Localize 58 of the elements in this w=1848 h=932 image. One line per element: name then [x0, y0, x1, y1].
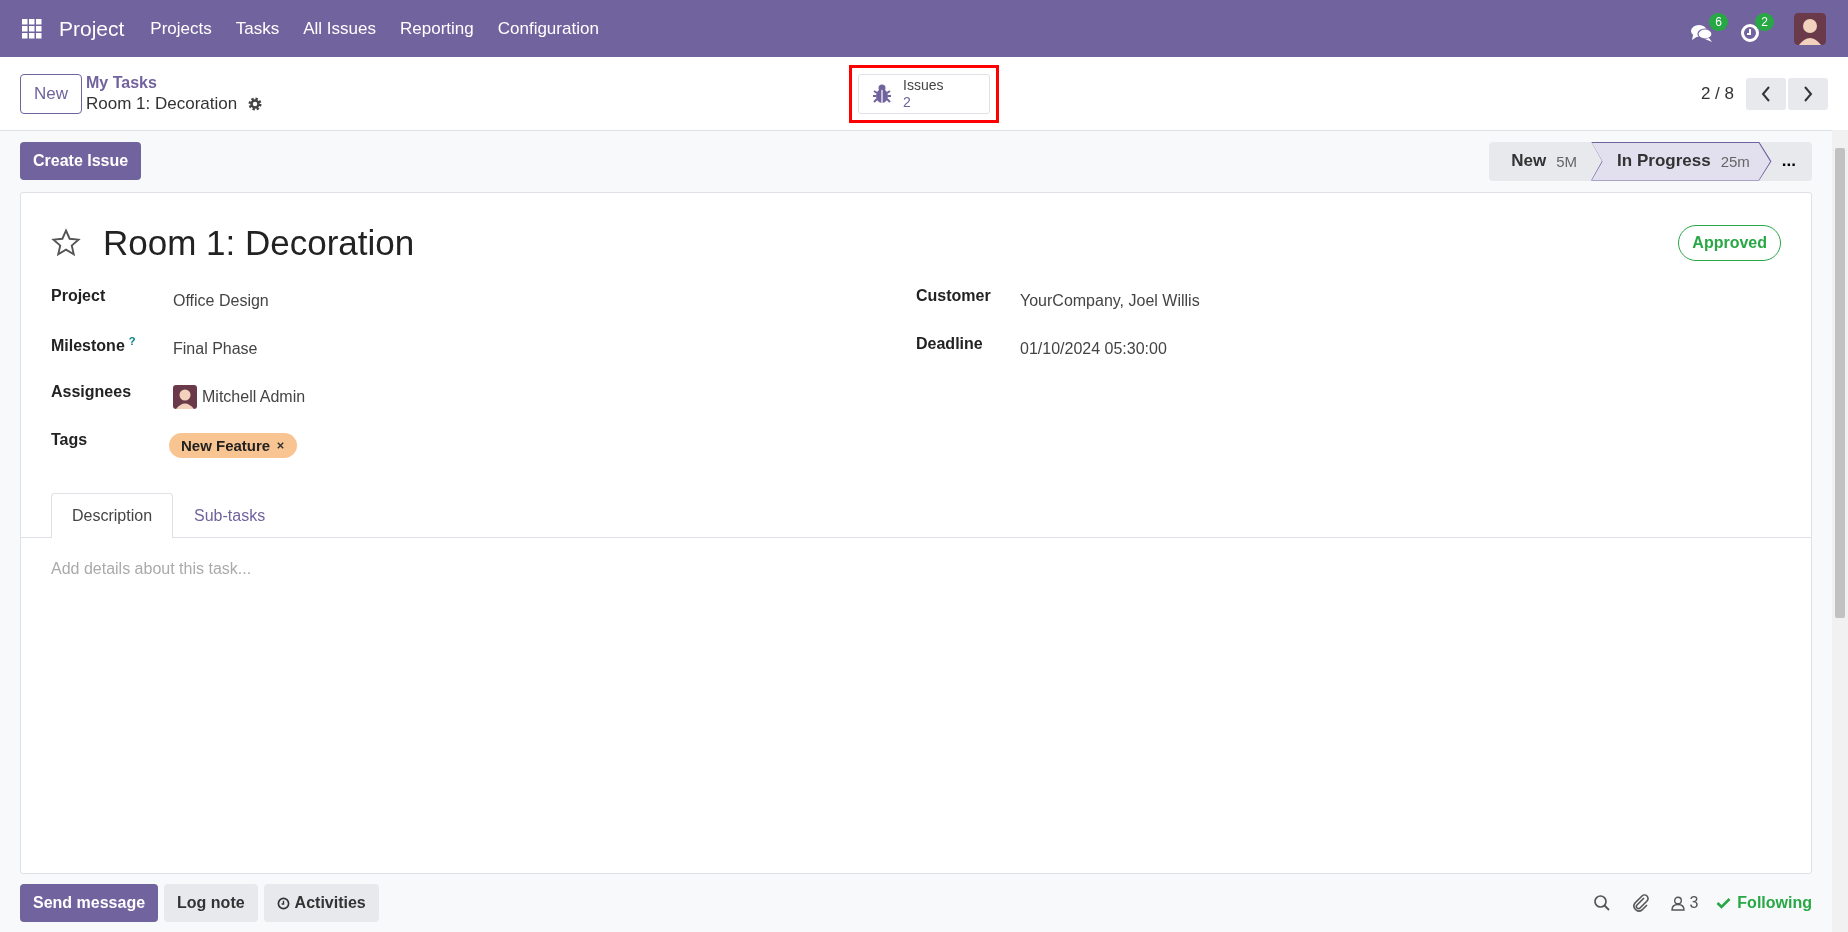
create-issue-button[interactable]: Create Issue: [20, 142, 142, 180]
activities-button[interactable]: Activities: [263, 884, 379, 922]
field-label: Tags: [51, 430, 89, 449]
field-label: Project: [51, 286, 107, 305]
previous-button[interactable]: [1746, 77, 1786, 110]
issues-smart-button[interactable]: Issues 2: [858, 73, 990, 114]
user-avatar-icon: [173, 385, 197, 409]
send-message-button[interactable]: Send message: [20, 884, 159, 922]
breadcrumb-link[interactable]: My Tasks: [86, 73, 264, 92]
message-count-badge: 6: [1709, 12, 1728, 31]
followers-button[interactable]: 3: [1671, 894, 1699, 912]
field-value[interactable]: Mitchell Admin: [202, 388, 306, 406]
person-icon: [1671, 895, 1686, 911]
following-button[interactable]: Following: [1716, 894, 1812, 912]
close-icon[interactable]: [276, 440, 286, 450]
stage-button[interactable]: In Progress 25m: [1591, 141, 1772, 181]
search-icon[interactable]: [1593, 894, 1612, 912]
activities-button[interactable]: 2: [1740, 12, 1774, 45]
menu-item[interactable]: Tasks: [235, 18, 280, 39]
menu-item[interactable]: Reporting: [400, 18, 474, 39]
field-value[interactable]: Office Design: [173, 292, 269, 310]
field-value[interactable]: 01/10/2024 05:30:00: [1020, 340, 1167, 358]
log-note-button[interactable]: Log note: [164, 884, 258, 922]
user-avatar-icon[interactable]: [1794, 12, 1826, 45]
field-value[interactable]: Final Phase: [173, 340, 258, 358]
clock-icon: [1740, 22, 1760, 43]
bug-icon: [871, 82, 893, 105]
stage-button[interactable]: New 5M: [1489, 141, 1592, 181]
pager-text: 2 / 8: [1700, 83, 1734, 104]
menu-item[interactable]: Configuration: [497, 18, 599, 39]
breadcrumb-current: Room 1: Decoration: [86, 93, 238, 114]
chevron-left-icon: [1760, 84, 1772, 103]
scrollbar[interactable]: [1832, 130, 1848, 932]
new-button[interactable]: New: [20, 73, 82, 114]
chevron-right-icon: [1802, 84, 1814, 103]
menu-item[interactable]: All Issues: [303, 18, 376, 39]
app-grid-icon[interactable]: [22, 18, 42, 39]
activity-count-badge: 2: [1755, 12, 1774, 31]
tab[interactable]: Description: [51, 493, 174, 538]
check-icon: [1716, 897, 1732, 909]
field-value[interactable]: YourCompany, Joel Willis: [1020, 292, 1200, 310]
star-icon[interactable]: [51, 228, 81, 258]
next-button[interactable]: [1788, 77, 1828, 110]
clock-icon: [276, 896, 290, 910]
tab[interactable]: Sub-tasks: [173, 493, 287, 538]
field-label: Customer: [916, 286, 992, 305]
settings-icon[interactable]: [247, 95, 264, 112]
paperclip-icon[interactable]: [1631, 893, 1652, 913]
tag-label: New Feature: [181, 436, 271, 454]
field-label: Deadline: [916, 334, 984, 353]
field-label: Assignees: [51, 382, 133, 401]
app-name[interactable]: Project: [59, 16, 125, 41]
task-title: Room 1: Decoration: [103, 223, 415, 263]
menu-item[interactable]: Projects: [150, 18, 212, 39]
chat-icon: [1690, 22, 1714, 43]
field-label: Milestone $^{?}$: [51, 334, 137, 356]
more-stages-button[interactable]: ...: [1771, 141, 1812, 181]
messages-button[interactable]: 6: [1690, 12, 1728, 45]
